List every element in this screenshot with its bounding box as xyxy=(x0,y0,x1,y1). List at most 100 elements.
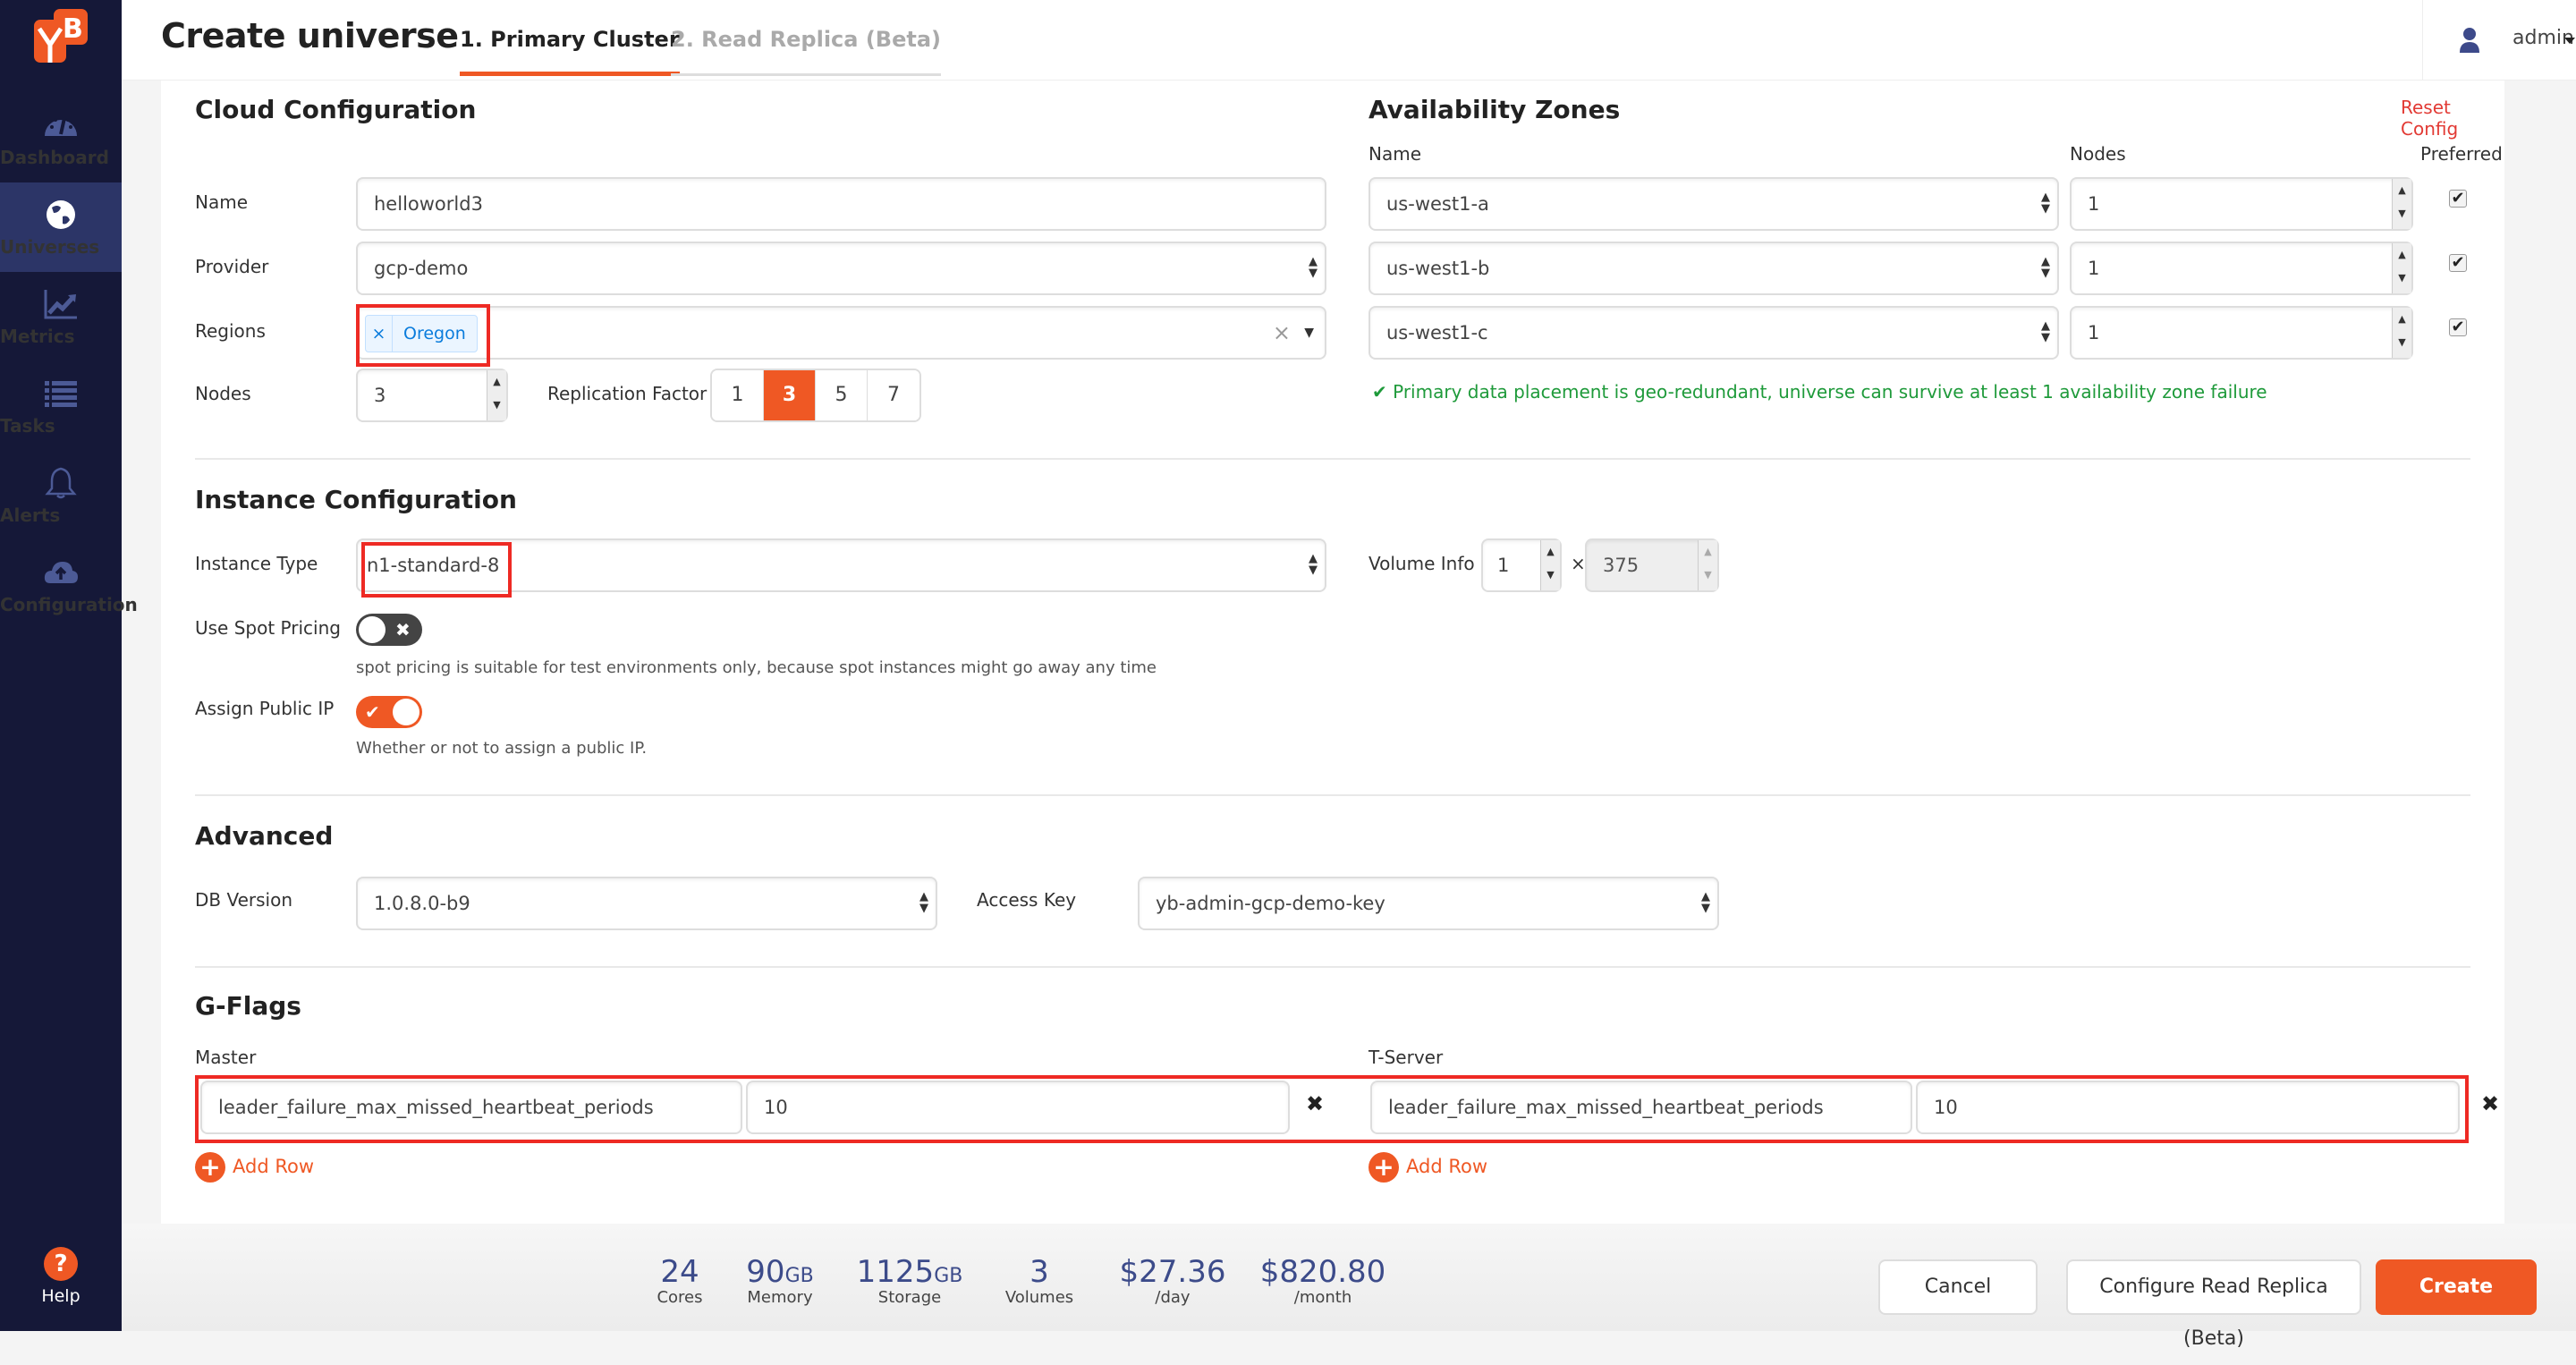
stat-volumes: 3 Volumes xyxy=(995,1256,1084,1307)
spot-pricing-label: Use Spot Pricing xyxy=(195,617,341,639)
page-header: Create universe 1. Primary Cluster 2. Re… xyxy=(122,0,2576,81)
rf-option-5[interactable]: 5 xyxy=(816,370,868,420)
rf-option-3[interactable]: 3 xyxy=(764,370,816,420)
nodes-spinner[interactable]: ▲ ▼ xyxy=(487,370,506,420)
volume-size-value: 375 xyxy=(1603,555,1640,576)
regions-multiselect[interactable]: × ▼ xyxy=(356,306,1326,360)
remove-tserver-flag-icon[interactable]: ✖ xyxy=(2481,1091,2499,1116)
highlight-box-regions xyxy=(356,304,490,367)
stat-value: 24 xyxy=(660,1254,699,1290)
highlight-box-instance-type xyxy=(361,542,512,598)
sidebar-item-tasks[interactable]: Tasks xyxy=(0,361,122,451)
stat-storage: 1125GB Storage xyxy=(852,1256,968,1307)
help-icon: ? xyxy=(44,1247,78,1281)
instance-type-label: Instance Type xyxy=(195,553,318,574)
dropdown-caret-icon[interactable]: ▼ xyxy=(1304,308,1314,358)
instance-config-title: Instance Configuration xyxy=(195,485,517,514)
advanced-title: Advanced xyxy=(195,821,334,851)
placement-status-text: Primary data placement is geo-redundant,… xyxy=(1393,381,2267,403)
az-nodes-value: 1 xyxy=(2088,322,2100,343)
master-flag-name-input[interactable]: leader_failure_max_missed_heartbeat_peri… xyxy=(200,1081,742,1134)
tab-read-replica[interactable]: 2. Read Replica (Beta) xyxy=(671,27,942,76)
sidebar-item-alerts[interactable]: Alerts xyxy=(0,451,122,540)
az-preferred-checkbox[interactable]: ✔ xyxy=(2449,190,2467,208)
provider-select[interactable]: gcp-demo ▲ ▼ xyxy=(356,242,1326,295)
stat-unit: GB xyxy=(934,1265,963,1287)
az-nodes-input[interactable]: 1 ▲ ▼ xyxy=(2070,306,2413,360)
az-zone-select[interactable]: us-west1-a ▲ ▼ xyxy=(1368,177,2059,231)
az-nodes-input[interactable]: 1 ▲ ▼ xyxy=(2070,177,2413,231)
volume-count-input[interactable]: 1 ▲ ▼ xyxy=(1481,538,1562,592)
master-flag-value-input[interactable]: 10 xyxy=(746,1081,1290,1134)
sidebar-item-metrics[interactable]: Metrics xyxy=(0,272,122,361)
db-version-select[interactable]: 1.0.8.0-b9 ▲ ▼ xyxy=(356,877,937,930)
bell-icon xyxy=(45,467,77,499)
globe-icon xyxy=(47,200,75,229)
az-nodes-spinner[interactable]: ▲ ▼ xyxy=(2392,179,2411,229)
az-zone-select[interactable]: us-west1-c ▲ ▼ xyxy=(1368,306,2059,360)
stat-cores: 24 Cores xyxy=(644,1256,716,1307)
reset-config-link[interactable]: Reset Config xyxy=(2401,97,2504,140)
remove-master-flag-icon[interactable]: ✖ xyxy=(1306,1091,1324,1116)
az-nodes-spinner[interactable]: ▲ ▼ xyxy=(2392,308,2411,358)
configure-read-replica-button[interactable]: Configure Read Replica (Beta) xyxy=(2066,1259,2361,1350)
create-button[interactable]: Create xyxy=(2376,1259,2537,1315)
sidebar-item-help[interactable]: ? Help xyxy=(0,1224,122,1331)
stat-caption: /month xyxy=(1293,1288,1352,1307)
sidebar-item-label: Metrics xyxy=(0,326,75,347)
master-label: Master xyxy=(195,1047,257,1068)
stat-value: 90 xyxy=(746,1254,785,1290)
stat-memory: 90GB Memory xyxy=(735,1256,825,1307)
footer-bar: 24 Cores 90GB Memory 1125GB Storage 3 Volume… xyxy=(122,1224,2576,1350)
az-title: Availability Zones xyxy=(1368,95,1621,124)
volume-count-spinner[interactable]: ▲ ▼ xyxy=(1540,540,1560,590)
line-chart-icon xyxy=(44,290,77,319)
tab-primary-cluster[interactable]: 1. Primary Cluster xyxy=(460,27,680,76)
az-col-nodes: Nodes xyxy=(2070,143,2126,165)
az-preferred-checkbox[interactable]: ✔ xyxy=(2449,254,2467,272)
az-zone-select[interactable]: us-west1-b ▲ ▼ xyxy=(1368,242,2059,295)
section-divider xyxy=(195,966,2470,968)
rf-option-7[interactable]: 7 xyxy=(868,370,919,420)
sidebar-item-dashboard[interactable]: Dashboard xyxy=(0,93,122,182)
select-arrows-icon: ▲ ▼ xyxy=(919,890,928,915)
stat-caption: Storage xyxy=(877,1288,942,1307)
cancel-button[interactable]: Cancel xyxy=(1878,1259,2038,1315)
name-input[interactable]: helloworld3 xyxy=(356,177,1326,231)
az-preferred-checkbox[interactable]: ✔ xyxy=(2449,318,2467,336)
volume-times-sign: × xyxy=(1571,553,1586,574)
access-key-select[interactable]: yb-admin-gcp-demo-key ▲ ▼ xyxy=(1138,877,1719,930)
sidebar-item-universes[interactable]: Universes xyxy=(0,182,122,272)
nodes-input[interactable]: 3 ▲ ▼ xyxy=(356,369,508,422)
stat-caption: Memory xyxy=(747,1288,813,1307)
public-ip-hint: Whether or not to assign a public IP. xyxy=(356,739,648,758)
list-icon xyxy=(45,381,77,407)
check-icon: ✔ xyxy=(365,701,380,723)
tserver-add-row-button[interactable]: + Add Row xyxy=(1368,1150,1487,1183)
sidebar: B Dashboard Universes Metrics Tasks Aler… xyxy=(0,0,138,1331)
placement-status: ✔ Primary data placement is geo-redundan… xyxy=(1372,381,2267,403)
master-add-row-button[interactable]: + Add Row xyxy=(195,1150,314,1183)
tserver-flag-name-input[interactable]: leader_failure_max_missed_heartbeat_peri… xyxy=(1370,1081,1912,1134)
user-menu[interactable]: admin xyxy=(2422,0,2576,81)
x-icon: ✖ xyxy=(395,619,411,640)
az-nodes-input[interactable]: 1 ▲ ▼ xyxy=(2070,242,2413,295)
clear-regions-icon[interactable]: × xyxy=(1273,308,1291,358)
stat-caption: Volumes xyxy=(1004,1288,1074,1307)
spot-pricing-toggle[interactable]: ✖ xyxy=(356,614,422,646)
stat-cost-day: $27.36/day xyxy=(1114,1256,1231,1307)
yugabyte-logo[interactable]: B xyxy=(32,7,89,64)
az-nodes-value: 1 xyxy=(2088,193,2100,215)
help-label: Help xyxy=(41,1286,80,1306)
az-nodes-spinner[interactable]: ▲ ▼ xyxy=(2392,243,2411,293)
sidebar-item-configuration[interactable]: Configuration xyxy=(0,540,138,630)
public-ip-toggle[interactable]: ✔ xyxy=(356,696,422,728)
sidebar-item-label: Tasks xyxy=(0,415,55,437)
az-nodes-value: 1 xyxy=(2088,258,2100,279)
tserver-flag-value-input[interactable]: 10 xyxy=(1916,1081,2460,1134)
public-ip-label: Assign Public IP xyxy=(195,698,335,719)
db-version-value: 1.0.8.0-b9 xyxy=(374,893,470,914)
access-key-value: yb-admin-gcp-demo-key xyxy=(1156,893,1385,914)
regions-label: Regions xyxy=(195,320,266,342)
rf-option-1[interactable]: 1 xyxy=(712,370,764,420)
